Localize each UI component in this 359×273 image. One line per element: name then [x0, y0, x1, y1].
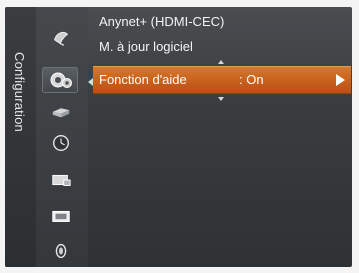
category-label: Configuration: [12, 52, 27, 132]
sound-icon[interactable]: [50, 240, 72, 262]
input-icon[interactable]: [50, 100, 72, 122]
menu-icon-column: [36, 7, 88, 267]
scroll-down-icon: [218, 97, 224, 101]
channel-icon[interactable]: [50, 169, 72, 191]
menu-item-software-update[interactable]: M. à jour logiciel: [99, 38, 193, 56]
menu-item-value: : On: [239, 72, 264, 87]
play-arrow-icon[interactable]: [336, 74, 345, 86]
clock-icon[interactable]: [50, 132, 72, 154]
menu-item-label: Fonction d'aide: [99, 72, 187, 87]
menu-item-help-function[interactable]: Fonction d'aide : On: [93, 66, 351, 94]
settings-icon[interactable]: [42, 67, 78, 93]
screen-frame: Configuration Anynet+ (HDMI-CEC) M. à jo…: [0, 0, 359, 273]
osd-panel: Configuration Anynet+ (HDMI-CEC) M. à jo…: [5, 7, 352, 267]
picture-icon[interactable]: [50, 205, 72, 227]
scroll-up-icon: [218, 60, 224, 64]
menu-item-anynet[interactable]: Anynet+ (HDMI-CEC): [99, 13, 224, 31]
satellite-dish-icon[interactable]: [50, 26, 72, 48]
category-strip: Configuration: [5, 7, 37, 267]
submenu-list: Anynet+ (HDMI-CEC) M. à jour logiciel Fo…: [93, 7, 352, 127]
